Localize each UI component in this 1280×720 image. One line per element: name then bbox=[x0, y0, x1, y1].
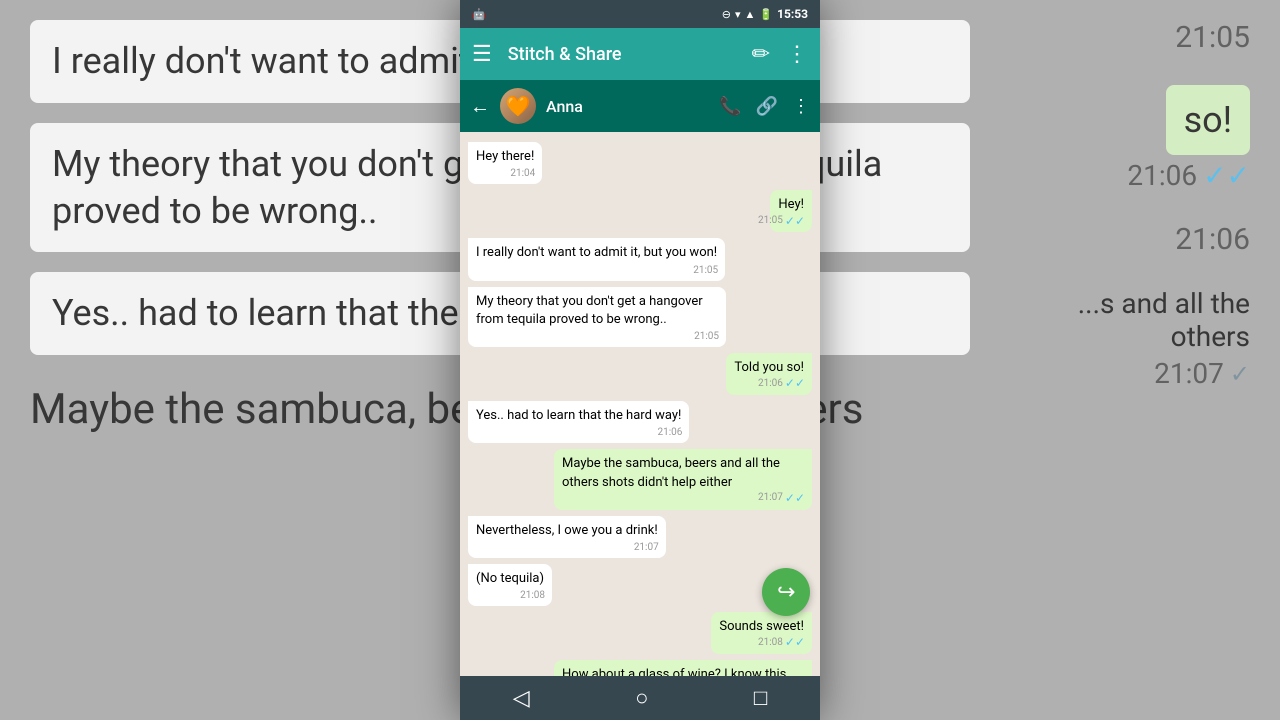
message-row: Told you so! 21:06 ✓✓ bbox=[468, 353, 812, 395]
message-text: Maybe the sambuca, beers and all the oth… bbox=[562, 456, 780, 489]
message-text: My theory that you don't get a hangover … bbox=[476, 294, 703, 327]
hamburger-icon[interactable]: ☰ bbox=[472, 42, 492, 67]
phone-frame: 🤖 ⊖ ▾ ▲ 🔋 15:53 ☰ Stitch & Share ✏ ⋮ ← 🧡… bbox=[460, 0, 820, 720]
message-bubble: I really don't want to admit it, but you… bbox=[468, 238, 725, 280]
message-text: Sounds sweet! bbox=[719, 619, 804, 634]
message-bubble: My theory that you don't get a hangover … bbox=[468, 287, 726, 347]
message-text: Hey there! bbox=[476, 149, 534, 164]
message-bubble: Told you so! 21:06 ✓✓ bbox=[726, 353, 812, 395]
android-icon: 🤖 bbox=[472, 8, 486, 21]
message-bubble: (No tequila) 21:08 bbox=[468, 564, 552, 606]
paperclip-icon[interactable]: 🔗 bbox=[756, 96, 778, 117]
status-bar: 🤖 ⊖ ▾ ▲ 🔋 15:53 bbox=[460, 0, 820, 28]
app-bar: ☰ Stitch & Share ✏ ⋮ bbox=[460, 28, 820, 80]
back-button[interactable]: ← bbox=[470, 94, 490, 119]
double-check-icon: ✓✓ bbox=[785, 375, 805, 392]
double-check-icon: ✓✓ bbox=[785, 213, 805, 230]
message-bubble: How about a glass of wine? I know this g… bbox=[554, 660, 812, 676]
message-time: 21:06 ✓✓ bbox=[758, 375, 805, 392]
bg-right-item-1: 21:05 bbox=[1175, 20, 1250, 55]
message-row: Sounds sweet! 21:08 ✓✓ bbox=[468, 612, 812, 654]
back-nav-icon[interactable]: ◁ bbox=[513, 686, 530, 711]
message-text: Nevertheless, I owe you a drink! bbox=[476, 523, 658, 538]
messages-area[interactable]: Hey there! 21:04 Hey! 21:05 ✓✓ I really … bbox=[460, 132, 820, 676]
message-row: Hey! 21:05 ✓✓ bbox=[468, 190, 812, 232]
message-row: Yes.. had to learn that the hard way! 21… bbox=[468, 401, 812, 443]
message-text: I really don't want to admit it, but you… bbox=[476, 245, 717, 260]
message-text: Hey! bbox=[778, 197, 804, 212]
status-bar-right: ⊖ ▾ ▲ 🔋 15:53 bbox=[722, 7, 808, 21]
message-text: Yes.. had to learn that the hard way! bbox=[476, 408, 681, 423]
message-text: Told you so! bbox=[734, 360, 804, 375]
message-time: 21:05 bbox=[693, 264, 718, 278]
message-row: Nevertheless, I owe you a drink! 21:07 bbox=[468, 516, 812, 558]
message-bubble: Hey there! 21:04 bbox=[468, 142, 542, 184]
message-text: (No tequila) bbox=[476, 571, 544, 586]
message-time: 21:08 ✓✓ bbox=[758, 634, 805, 651]
message-time: 21:06 bbox=[657, 426, 682, 440]
bg-right-item-2: so! 21:06 ✓✓ bbox=[1127, 85, 1250, 192]
message-row: (No tequila) 21:08 bbox=[468, 564, 812, 606]
bg-right-item-3: 21:06 bbox=[1175, 222, 1250, 257]
fab-button[interactable]: ↩ bbox=[762, 568, 810, 616]
battery-icon: 🔋 bbox=[759, 8, 773, 21]
status-bar-left: 🤖 bbox=[472, 8, 486, 21]
message-text: How about a glass of wine? I know this g… bbox=[562, 667, 786, 676]
recents-nav-icon[interactable]: □ bbox=[754, 685, 767, 711]
message-bubble: Maybe the sambuca, beers and all the oth… bbox=[554, 449, 812, 509]
message-time: 21:08 bbox=[520, 589, 545, 603]
message-time: 21:07 ✓✓ bbox=[758, 490, 805, 507]
message-time: 21:05 ✓✓ bbox=[758, 213, 805, 230]
app-bar-actions: ✏ ⋮ bbox=[752, 42, 808, 67]
more-vert-icon[interactable]: ⋮ bbox=[786, 42, 808, 67]
wifi-icon: ▾ bbox=[735, 8, 741, 21]
fab-icon: ↩ bbox=[777, 580, 795, 605]
message-bubble: Nevertheless, I owe you a drink! 21:07 bbox=[468, 516, 666, 558]
message-row: My theory that you don't get a hangover … bbox=[468, 287, 812, 347]
bg-right-panel: 21:05 so! 21:06 ✓✓ 21:06 ...s and all th… bbox=[1000, 0, 1280, 720]
chat-header-actions: 📞 🔗 ⋮ bbox=[719, 96, 810, 117]
message-bubble: Yes.. had to learn that the hard way! 21… bbox=[468, 401, 689, 443]
bg-right-item-4: ...s and all the others 21:07 ✓ bbox=[1030, 287, 1250, 390]
contact-name[interactable]: Anna bbox=[546, 97, 709, 116]
block-icon: ⊖ bbox=[722, 8, 731, 21]
home-nav-icon[interactable]: ○ bbox=[635, 685, 648, 711]
message-bubble: Sounds sweet! 21:08 ✓✓ bbox=[711, 612, 812, 654]
message-bubble: Hey! 21:05 ✓✓ bbox=[770, 190, 812, 232]
chat-header: ← 🧡 Anna 📞 🔗 ⋮ bbox=[460, 80, 820, 132]
double-check-icon: ✓✓ bbox=[785, 634, 805, 651]
app-title: Stitch & Share bbox=[508, 44, 736, 65]
message-time: 21:05 bbox=[694, 330, 719, 344]
message-row: Maybe the sambuca, beers and all the oth… bbox=[468, 449, 812, 509]
message-row: Hey there! 21:04 bbox=[468, 142, 812, 184]
message-time: 21:04 bbox=[510, 167, 535, 181]
message-time: 21:07 bbox=[634, 541, 659, 555]
double-check-icon: ✓✓ bbox=[785, 490, 805, 507]
signal-icon: ▲ bbox=[744, 8, 755, 21]
contact-avatar: 🧡 bbox=[500, 88, 536, 124]
phone-icon[interactable]: 📞 bbox=[719, 96, 741, 117]
message-row: How about a glass of wine? I know this g… bbox=[468, 660, 812, 676]
message-row: I really don't want to admit it, but you… bbox=[468, 238, 812, 280]
navigation-bar: ◁ ○ □ bbox=[460, 676, 820, 720]
chat-more-icon[interactable]: ⋮ bbox=[792, 96, 810, 117]
status-time: 15:53 bbox=[777, 7, 808, 21]
pencil-icon[interactable]: ✏ bbox=[752, 42, 770, 67]
